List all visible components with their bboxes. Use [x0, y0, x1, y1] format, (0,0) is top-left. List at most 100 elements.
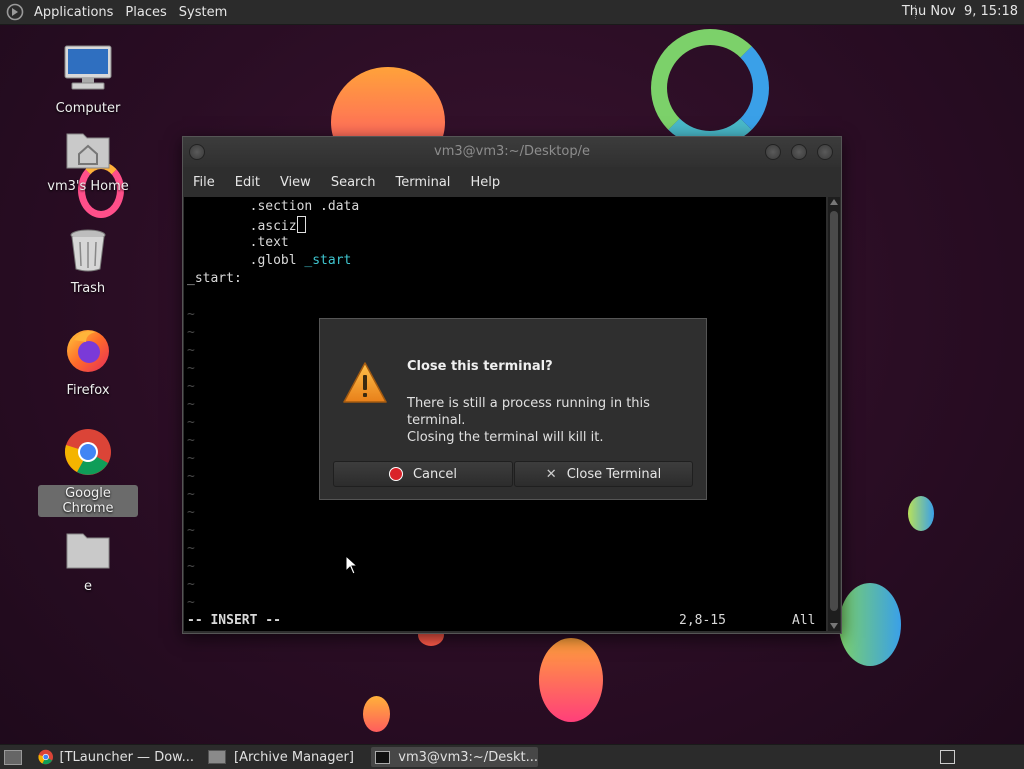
empty-line-tilde: ~: [187, 433, 195, 448]
desktop-icon-label: Firefox: [66, 383, 110, 398]
trash-icon: [70, 229, 106, 272]
dialog-message: There is still a process running in this…: [407, 395, 706, 446]
taskbar-item-tlauncher[interactable]: [TLauncher — Dow...: [34, 747, 194, 767]
computer-icon: [64, 45, 112, 90]
code-line: .section .data: [187, 199, 360, 214]
dialog-message-line: Closing the terminal will kill it.: [407, 430, 604, 445]
desktop-icon-label: e: [84, 579, 92, 594]
code-line: .asciz: [187, 216, 306, 234]
code-text: .asciz: [187, 219, 297, 234]
menu-file[interactable]: File: [183, 175, 225, 190]
desktop-icon-trash[interactable]: Trash: [38, 228, 138, 297]
folder-icon: [66, 533, 110, 569]
scroll-up-arrow[interactable]: [830, 199, 838, 205]
vim-scroll-position: All: [792, 613, 816, 628]
desktop-icon-chrome[interactable]: Google Chrome: [38, 427, 138, 517]
empty-line-tilde: ~: [187, 559, 195, 574]
menu-help[interactable]: Help: [460, 175, 510, 190]
vim-cursor-position: 2,8-15: [679, 613, 726, 628]
empty-line-tilde: ~: [187, 379, 195, 394]
empty-line-tilde: ~: [187, 487, 195, 502]
close-x-icon: ✕: [545, 466, 557, 482]
wallpaper-blob-3: [839, 583, 901, 666]
close-window-button[interactable]: [817, 144, 833, 160]
code-line: .globl _start: [187, 252, 352, 270]
taskbar-item-label: vm3@vm3:~/Deskt...: [398, 749, 538, 765]
desktop-icon-label: Computer: [55, 101, 121, 116]
archive-manager-icon: [208, 750, 226, 764]
close-terminal-button[interactable]: ✕ Close Terminal: [514, 461, 693, 487]
code-line: _start:: [187, 271, 242, 286]
desktop-icon-label: Trash: [70, 281, 106, 296]
scroll-down-arrow[interactable]: [830, 623, 838, 629]
taskbar-item-label: [Archive Manager]: [234, 749, 354, 765]
empty-line-tilde: ~: [187, 415, 195, 430]
minimize-button[interactable]: [765, 144, 781, 160]
chrome-icon: [64, 429, 111, 475]
wallpaper-blob-2: [363, 696, 390, 732]
desktop-icon-folder-e[interactable]: e: [38, 528, 138, 595]
clock[interactable]: Thu Nov 9, 15:18: [902, 4, 1018, 19]
empty-line-tilde: ~: [187, 469, 195, 484]
terminal-titlebar[interactable]: vm3@vm3:~/Desktop/e: [183, 137, 841, 167]
firefox-icon: [67, 330, 109, 372]
menu-system[interactable]: System: [175, 5, 231, 20]
show-desktop-icon[interactable]: [4, 750, 22, 765]
menu-terminal[interactable]: Terminal: [385, 175, 460, 190]
menu-places[interactable]: Places: [121, 5, 170, 20]
empty-line-tilde: ~: [187, 307, 195, 322]
empty-line-tilde: ~: [187, 451, 195, 466]
text-cursor: [296, 216, 306, 233]
taskbar-item-archive-manager[interactable]: [Archive Manager]: [204, 747, 364, 767]
empty-line-tilde: ~: [187, 595, 195, 610]
window-title: vm3@vm3:~/Desktop/e: [434, 144, 590, 159]
dialog-heading: Close this terminal?: [407, 359, 553, 374]
top-panel: Applications Places System Thu Nov 9, 15…: [0, 0, 1024, 25]
empty-line-tilde: ~: [187, 541, 195, 556]
code-symbol: _start: [304, 253, 352, 268]
bottom-panel: [TLauncher — Dow... [Archive Manager] vm…: [0, 744, 1024, 769]
desktop-icon-home[interactable]: vm3's Home: [38, 128, 138, 195]
menu-applications[interactable]: Applications: [30, 5, 117, 20]
wallpaper-ring: [651, 29, 769, 147]
menu-view[interactable]: View: [270, 175, 321, 190]
chrome-icon: [38, 749, 54, 765]
menu-search[interactable]: Search: [321, 175, 386, 190]
close-terminal-label: Close Terminal: [566, 466, 662, 482]
wallpaper-blob-1: [539, 638, 603, 722]
cancel-label: Cancel: [412, 466, 458, 482]
desktop-icon-label: Google Chrome: [38, 485, 138, 517]
warning-icon: [343, 362, 387, 403]
taskbar-item-terminal[interactable]: vm3@vm3:~/Deskt...: [371, 747, 538, 767]
wallpaper-blob-4: [908, 496, 934, 531]
mouse-pointer-icon: [345, 555, 357, 575]
empty-line-tilde: ~: [187, 343, 195, 358]
terminal-scrollbar[interactable]: [828, 197, 840, 631]
workspace-switcher-icon[interactable]: [940, 750, 955, 764]
desktop-icon-computer[interactable]: Computer: [38, 44, 138, 117]
terminal-menubar: File Edit View Search Terminal Help: [183, 167, 841, 197]
cancel-button[interactable]: Cancel: [333, 461, 513, 487]
dialog-message-line: There is still a process running in this…: [407, 396, 650, 428]
code-text: .globl: [187, 253, 305, 268]
scrollbar-thumb[interactable]: [830, 211, 838, 611]
empty-line-tilde: ~: [187, 361, 195, 376]
panel-logo-icon[interactable]: [6, 3, 24, 21]
desktop-icon-label: vm3's Home: [47, 179, 129, 194]
desktop-icon-firefox[interactable]: Firefox: [38, 326, 138, 399]
empty-line-tilde: ~: [187, 505, 195, 520]
code-line: .text: [187, 235, 289, 250]
menu-edit[interactable]: Edit: [225, 175, 270, 190]
empty-line-tilde: ~: [187, 325, 195, 340]
empty-line-tilde: ~: [187, 577, 195, 592]
cancel-icon: [388, 467, 403, 481]
taskbar-item-label: [TLauncher — Dow...: [59, 749, 195, 765]
maximize-button[interactable]: [791, 144, 807, 160]
window-menu-button[interactable]: [189, 144, 205, 160]
terminal-icon: [375, 750, 391, 764]
vim-mode-indicator: -- INSERT --: [187, 613, 281, 628]
empty-line-tilde: ~: [187, 523, 195, 538]
empty-line-tilde: ~: [187, 397, 195, 412]
home-folder-icon: [66, 133, 110, 169]
close-terminal-dialog[interactable]: Close this terminal? There is still a pr…: [319, 318, 707, 500]
